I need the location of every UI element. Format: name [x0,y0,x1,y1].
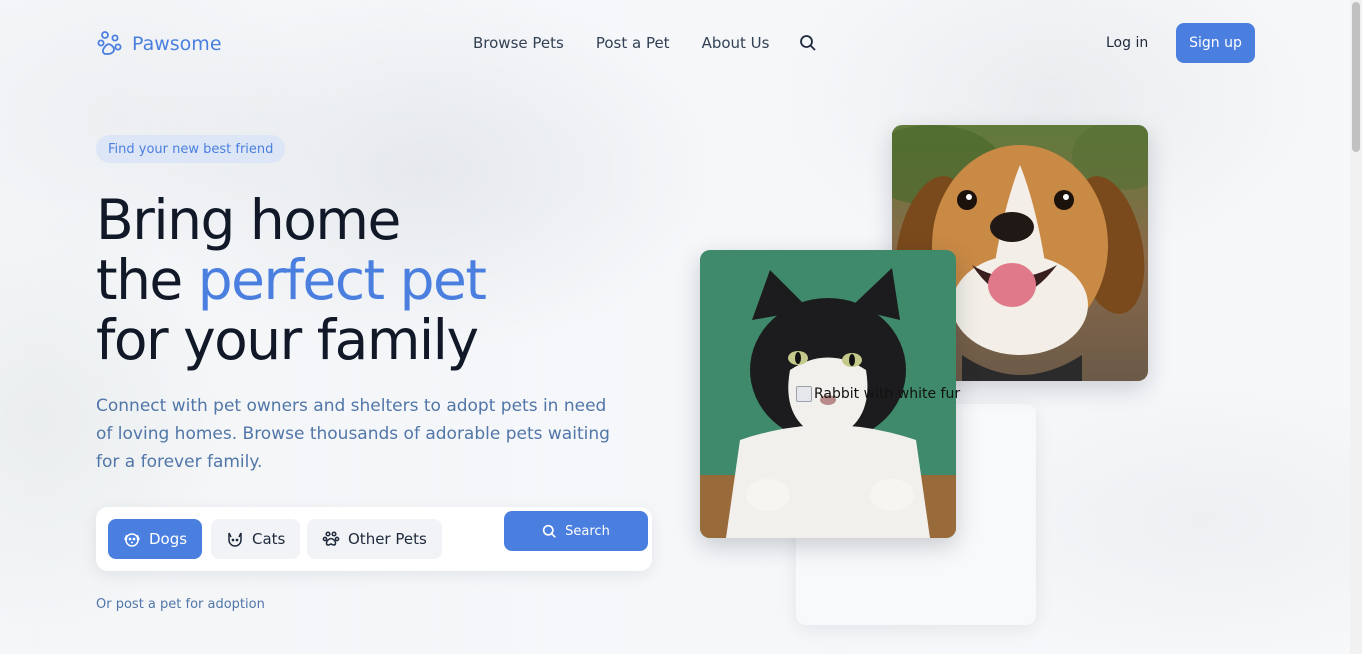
nav-browse-pets[interactable]: Browse Pets [473,33,564,53]
headline-line-2-prefix: the [96,248,198,312]
tab-other-pets[interactable]: Other Pets [307,519,442,559]
login-link[interactable]: Log in [1106,33,1148,53]
main-nav: Browse Pets Post a Pet About Us [473,33,769,53]
broken-image-icon [796,386,812,402]
signup-button[interactable]: Sign up [1176,23,1255,63]
tagline-pill: Find your new best friend [96,135,286,163]
hero-subtitle: Connect with pet owners and shelters to … [96,396,610,472]
tab-dogs-label: Dogs [149,530,188,548]
nav-search-button[interactable] [799,34,817,56]
nav-post-a-pet[interactable]: Post a Pet [596,33,670,53]
search-button[interactable]: Search [504,511,648,551]
rabbit-image-alt: Rabbit with white fur [814,386,961,402]
tab-other-pets-label: Other Pets [348,530,427,548]
headline-accent: perfect pet [197,248,487,312]
rabbit-image: Rabbit with white fur [796,386,960,402]
pet-search-card: Dogs Cats Other Pets Search [96,507,652,571]
brand-logo[interactable]: Pawsome [96,30,222,58]
tab-cats-label: Cats [252,530,286,548]
hero-headline: Bring home the perfect pet for your fami… [96,188,487,372]
post-pet-link[interactable]: Or post a pet for adoption [96,597,265,612]
cat-icon [228,532,242,547]
dog-icon [123,533,141,547]
search-icon [542,524,557,538]
search-icon [800,35,816,51]
nav-about-us[interactable]: About Us [702,33,770,53]
tab-cats[interactable]: Cats [211,519,301,559]
scrollbar-thumb[interactable] [1352,2,1360,152]
brand-name: Pawsome [132,33,222,55]
paw-icon [97,31,122,55]
headline-line-1: Bring home [96,188,401,252]
paw-icon [322,531,340,546]
headline-line-3: for your family [96,308,479,372]
search-button-label: Search [565,523,610,539]
tab-dogs[interactable]: Dogs [108,519,203,559]
page-scrollbar[interactable] [1350,0,1362,654]
